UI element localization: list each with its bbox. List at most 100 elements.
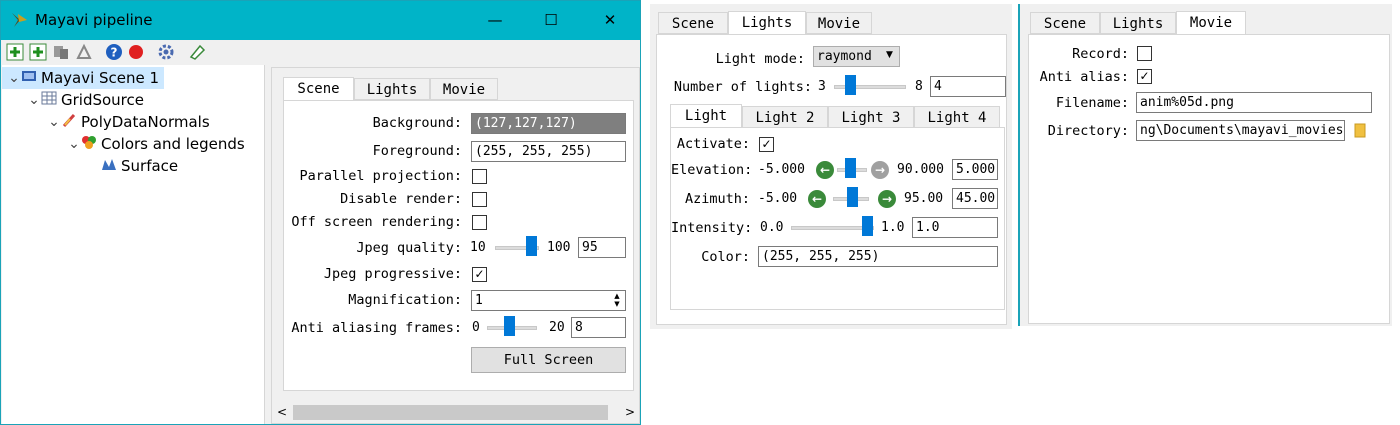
- title-bar[interactable]: Mayavi pipeline — ☐ ✕: [1, 1, 640, 40]
- tab-lights[interactable]: Lights: [728, 11, 806, 35]
- record-icon[interactable]: [127, 43, 145, 61]
- tab-light-1[interactable]: Light: [670, 104, 742, 128]
- minimize-button[interactable]: —: [483, 9, 507, 31]
- azimuth-slider-thumb[interactable]: [847, 187, 858, 207]
- maximize-button[interactable]: ☐: [539, 9, 563, 31]
- jpeg-quality-slider-thumb[interactable]: [526, 236, 537, 256]
- elevation-field[interactable]: 5.000: [952, 159, 998, 180]
- anti-alias-label: Anti alias:: [1039, 69, 1129, 85]
- activate-checkbox[interactable]: ✓: [759, 137, 774, 152]
- record-checkbox[interactable]: [1137, 46, 1152, 61]
- directory-label: Directory:: [1047, 123, 1129, 139]
- tab-scene[interactable]: Scene: [283, 77, 354, 101]
- intensity-label: Intensity:: [671, 220, 753, 236]
- tab-lights[interactable]: Lights: [354, 78, 430, 100]
- azimuth-decrease-icon[interactable]: ←: [808, 190, 826, 208]
- directory-field[interactable]: ng\Documents\mayavi_movies: [1136, 120, 1345, 141]
- magnification-spinner[interactable]: ▲ ▼: [611, 292, 623, 308]
- chevron-down-icon[interactable]: ⌄: [67, 133, 81, 155]
- disable-render-checkbox[interactable]: [472, 192, 487, 207]
- magnification-field[interactable]: 1: [471, 290, 626, 311]
- off-screen-rendering-checkbox[interactable]: [472, 215, 487, 230]
- filename-label: Filename:: [1055, 95, 1129, 111]
- scroll-left-icon[interactable]: <: [277, 405, 287, 419]
- tree-item[interactable]: ⌄ Colors and legends: [2, 133, 264, 155]
- window-title: Mayavi pipeline: [35, 11, 153, 29]
- intensity-slider-thumb[interactable]: [862, 216, 873, 236]
- elevation-slider-thumb[interactable]: [845, 158, 856, 178]
- anti-aliasing-min: 0: [472, 320, 480, 335]
- tree-item[interactable]: ⌄ Mayavi Scene 1: [2, 67, 164, 89]
- filename-field[interactable]: anim%05d.png: [1136, 92, 1372, 113]
- azimuth-increase-icon[interactable]: →: [878, 190, 896, 208]
- jpeg-progressive-checkbox[interactable]: ✓: [472, 267, 487, 282]
- remove-icon[interactable]: [75, 43, 93, 61]
- chevron-down-icon: ▼: [886, 50, 893, 60]
- number-of-lights-label: Number of lights:: [673, 79, 812, 95]
- light-1-panel: Activate: ✓ Elevation: -5.000 ← → 90.000…: [670, 127, 1005, 310]
- full-screen-button[interactable]: Full Screen: [471, 347, 626, 373]
- anti-aliasing-field[interactable]: 8: [571, 317, 626, 338]
- elevation-label: Elevation:: [671, 162, 753, 178]
- number-of-lights-field[interactable]: 4: [930, 76, 1006, 97]
- tab-scene[interactable]: Scene: [1030, 12, 1100, 34]
- azimuth-max: 95.00: [904, 191, 944, 206]
- tab-movie[interactable]: Movie: [430, 78, 498, 100]
- lights-properties-pane: Scene Lights Movie Light mode: raymond ▼…: [650, 4, 1012, 329]
- scroll-right-icon[interactable]: >: [625, 405, 635, 419]
- folder-icon[interactable]: [1354, 123, 1366, 138]
- anti-alias-checkbox[interactable]: ✓: [1137, 69, 1152, 84]
- settings-icon[interactable]: [157, 43, 175, 61]
- tab-lights[interactable]: Lights: [1100, 12, 1176, 34]
- tab-scene[interactable]: Scene: [658, 12, 728, 34]
- chevron-down-icon[interactable]: ⌄: [27, 89, 41, 111]
- light-mode-select[interactable]: raymond ▼: [813, 46, 900, 67]
- intensity-max: 1.0: [881, 220, 905, 235]
- elevation-decrease-icon[interactable]: ←: [816, 161, 834, 179]
- azimuth-field[interactable]: 45.00: [952, 188, 998, 209]
- foreground-color-field[interactable]: (255, 255, 255): [471, 141, 626, 162]
- number-of-lights-slider-thumb[interactable]: [845, 75, 856, 95]
- color-label: Color:: [701, 249, 750, 265]
- foreground-label: Foreground:: [372, 143, 462, 159]
- pipeline-tree: ⌄ Mayavi Scene 1 ⌄ GridSource ⌄ PolyDataNorma…: [2, 65, 265, 424]
- tab-light-2[interactable]: Light 2: [742, 106, 828, 128]
- parallel-projection-checkbox[interactable]: [472, 169, 487, 184]
- tree-item[interactable]: ⌄ PolyDataNormals: [2, 111, 264, 133]
- add-source-icon[interactable]: [6, 43, 24, 61]
- intensity-field[interactable]: 1.0: [912, 217, 998, 238]
- help-icon[interactable]: ?: [105, 43, 123, 61]
- horizontal-scrollbar[interactable]: < >: [273, 403, 639, 422]
- tab-movie[interactable]: Movie: [1176, 11, 1246, 35]
- chevron-down-icon[interactable]: ⌄: [47, 111, 61, 133]
- azimuth-min: -5.00: [758, 191, 798, 206]
- scene-properties-pane: Scene Lights Movie Background: (127,127,…: [271, 67, 640, 424]
- add-module-icon[interactable]: [52, 43, 70, 61]
- movie-tab-panel: Record: Anti alias: ✓ Filename: anim%05d…: [1028, 34, 1390, 324]
- surface-icon: [101, 156, 117, 178]
- scene-tab-panel: Background: (127,127,127) Foreground: (2…: [283, 100, 634, 391]
- movie-properties-pane: Scene Lights Movie Record: Anti alias: ✓…: [1018, 4, 1392, 326]
- scene-icon: [21, 68, 37, 90]
- tab-movie[interactable]: Movie: [806, 12, 872, 34]
- tree-item[interactable]: Surface: [2, 155, 264, 177]
- tab-light-4[interactable]: Light 4: [914, 106, 1000, 128]
- light-color-field[interactable]: (255, 255, 255): [758, 246, 998, 267]
- background-color-field[interactable]: (127,127,127): [471, 113, 626, 134]
- chevron-down-icon[interactable]: ⌄: [7, 67, 21, 89]
- background-label: Background:: [372, 115, 462, 131]
- edit-icon[interactable]: [188, 43, 206, 61]
- tree-item[interactable]: ⌄ GridSource: [2, 89, 264, 111]
- tab-light-3[interactable]: Light 3: [828, 106, 914, 128]
- jpeg-quality-field[interactable]: 95: [578, 237, 626, 258]
- tree-item-label: GridSource: [61, 91, 144, 109]
- mayavi-logo-icon: [10, 10, 30, 30]
- colors-icon: [81, 134, 97, 156]
- add-filter-icon[interactable]: [29, 43, 47, 61]
- svg-text:?: ?: [111, 46, 118, 60]
- elevation-increase-icon[interactable]: →: [871, 161, 889, 179]
- anti-aliasing-slider-thumb[interactable]: [504, 316, 515, 336]
- grid-icon: [41, 90, 57, 112]
- scrollbar-thumb[interactable]: [293, 405, 608, 420]
- close-button[interactable]: ✕: [598, 9, 622, 31]
